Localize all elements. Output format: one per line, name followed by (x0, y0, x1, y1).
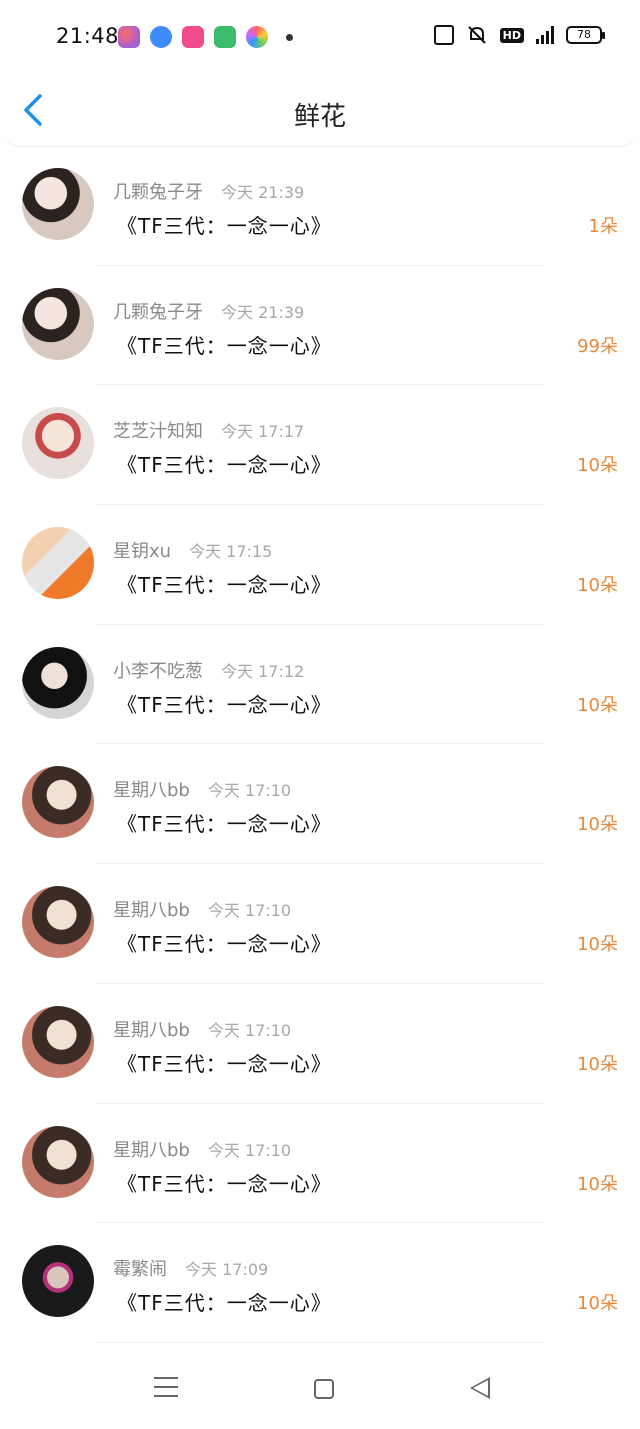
app-icon-multicolor (118, 26, 140, 48)
sender-name[interactable]: 星钥xu (113, 541, 171, 562)
notification-app-icons (118, 26, 293, 48)
app-icon-pink (182, 26, 204, 48)
menu-icon[interactable] (154, 1377, 178, 1397)
timestamp: 今天 17:12 (221, 661, 305, 681)
sender-line: 星钥xu 今天 17:15 (113, 537, 272, 563)
list-item[interactable]: 几颗兔子牙 今天 21:39 《TF三代：一念一心》 99朵 (0, 266, 640, 386)
status-bar: 21:48 HD 78 (0, 0, 640, 76)
avatar[interactable] (22, 527, 94, 600)
gift-target: 《TF三代：一念一心》 (117, 214, 332, 238)
sender-name[interactable]: 几颗兔子牙 (113, 182, 203, 203)
list-item[interactable]: 几颗兔子牙 今天 21:39 《TF三代：一念一心》 1朵 (0, 146, 640, 266)
app-icon-green (214, 26, 236, 48)
sender-line: 芝芝汁知知 今天 17:17 (113, 417, 304, 443)
sender-name[interactable]: 小李不吃葱 (113, 661, 203, 682)
more-notifications-dot (286, 33, 293, 41)
list-item[interactable]: 星期八bb 今天 17:10 《TF三代：一念一心》 10朵 (0, 864, 640, 984)
avatar[interactable] (22, 287, 94, 360)
sender-name[interactable]: 星期八bb (113, 780, 190, 801)
sender-name[interactable]: 星期八bb (113, 900, 190, 921)
flower-count: 10朵 (577, 1173, 618, 1195)
timestamp: 今天 17:10 (207, 1020, 292, 1040)
flower-count: 10朵 (577, 455, 618, 477)
app-icon-colorful (246, 26, 268, 48)
hd-icon: HD (499, 27, 524, 43)
sender-name[interactable]: 霉繁闹 (113, 1259, 167, 1280)
flower-gift-list: 几颗兔子牙 今天 21:39 《TF三代：一念一心》 1朵 几颗兔子牙 今天 21:… (0, 146, 640, 1343)
status-time: 21:48 (56, 24, 120, 48)
flower-count: 10朵 (577, 1293, 618, 1315)
list-item[interactable]: 小李不吃葱 今天 17:12 《TF三代：一念一心》 10朵 (0, 625, 640, 745)
list-item[interactable]: 星钥xu 今天 17:15 《TF三代：一念一心》 10朵 (0, 505, 640, 625)
timestamp: 今天 17:09 (185, 1260, 269, 1280)
timestamp: 今天 17:15 (189, 542, 273, 562)
gift-target: 《TF三代：一念一心》 (117, 333, 332, 358)
flower-count: 10朵 (577, 1053, 618, 1075)
nfc-icon (433, 25, 454, 45)
sender-line: 星期八bb 今天 17:10 (113, 896, 291, 922)
sender-line: 几颗兔子牙 今天 21:39 (113, 298, 304, 324)
gift-target: 《TF三代：一念一心》 (117, 1171, 332, 1196)
avatar[interactable] (22, 1125, 94, 1198)
avatar[interactable] (22, 168, 94, 240)
app-icon-blue (150, 26, 172, 48)
list-item[interactable]: 霉繁闹 今天 17:09 《TF三代：一念一心》 10朵 (0, 1223, 640, 1343)
gift-target: 《TF三代：一念一心》 (117, 1051, 332, 1076)
gift-target: 《TF三代：一念一心》 (117, 453, 332, 478)
sender-line: 星期八bb 今天 17:10 (113, 1016, 291, 1042)
gift-target: 《TF三代：一念一心》 (117, 573, 332, 598)
timestamp: 今天 21:39 (221, 302, 305, 322)
sender-name[interactable]: 芝芝汁知知 (113, 421, 203, 442)
sender-name[interactable]: 星期八bb (113, 1020, 190, 1041)
back-triangle-icon[interactable] (470, 1377, 490, 1399)
gift-target: 《TF三代：一念一心》 (117, 692, 332, 717)
sender-line: 几颗兔子牙 今天 21:39 (113, 178, 304, 204)
list-item[interactable]: 芝芝汁知知 今天 17:17 《TF三代：一念一心》 10朵 (0, 385, 640, 506)
avatar[interactable] (22, 646, 94, 719)
gift-target: 《TF三代：一念一心》 (117, 1291, 332, 1316)
signal-icon (536, 26, 554, 44)
sender-name[interactable]: 几颗兔子牙 (113, 302, 203, 323)
timestamp: 今天 17:17 (221, 422, 305, 442)
sender-line: 小李不吃葱 今天 17:12 (113, 657, 304, 683)
flower-count: 99朵 (577, 335, 618, 357)
sender-line: 星期八bb 今天 17:10 (113, 776, 291, 802)
battery-icon: 78 (566, 26, 605, 44)
sender-line: 星期八bb 今天 17:10 (113, 1136, 291, 1162)
flower-count: 10朵 (577, 694, 618, 716)
sender-name[interactable]: 星期八bb (113, 1140, 190, 1161)
home-icon[interactable] (314, 1379, 334, 1399)
list-item[interactable]: 星期八bb 今天 17:10 《TF三代：一念一心》 10朵 (0, 984, 640, 1104)
gift-target: 《TF三代：一念一心》 (117, 932, 332, 957)
flower-count: 10朵 (577, 814, 618, 836)
timestamp: 今天 21:39 (221, 183, 305, 202)
timestamp: 今天 17:10 (207, 1140, 292, 1160)
list-item[interactable]: 星期八bb 今天 17:10 《TF三代：一念一心》 10朵 (0, 1104, 640, 1224)
system-navigation-bar (0, 1343, 640, 1429)
system-icons: HD 78 (433, 24, 605, 46)
timestamp: 今天 17:10 (207, 781, 292, 801)
page-title: 鲜花 (293, 102, 346, 132)
flower-count: 10朵 (577, 575, 618, 597)
flower-count: 10朵 (577, 934, 618, 956)
avatar[interactable] (22, 407, 94, 480)
avatar[interactable] (22, 1245, 94, 1318)
avatar[interactable] (22, 1005, 94, 1078)
list-item[interactable]: 星期八bb 今天 17:10 《TF三代：一念一心》 10朵 (0, 744, 640, 865)
sender-line: 霉繁闹 今天 17:09 (113, 1255, 268, 1281)
mute-icon (467, 26, 486, 44)
page-header: 鲜花 (0, 76, 640, 147)
avatar[interactable] (22, 766, 94, 839)
flower-count: 1朵 (588, 216, 618, 237)
gift-target: 《TF三代：一念一心》 (117, 812, 332, 837)
timestamp: 今天 17:10 (207, 901, 292, 921)
avatar[interactable] (22, 886, 94, 959)
